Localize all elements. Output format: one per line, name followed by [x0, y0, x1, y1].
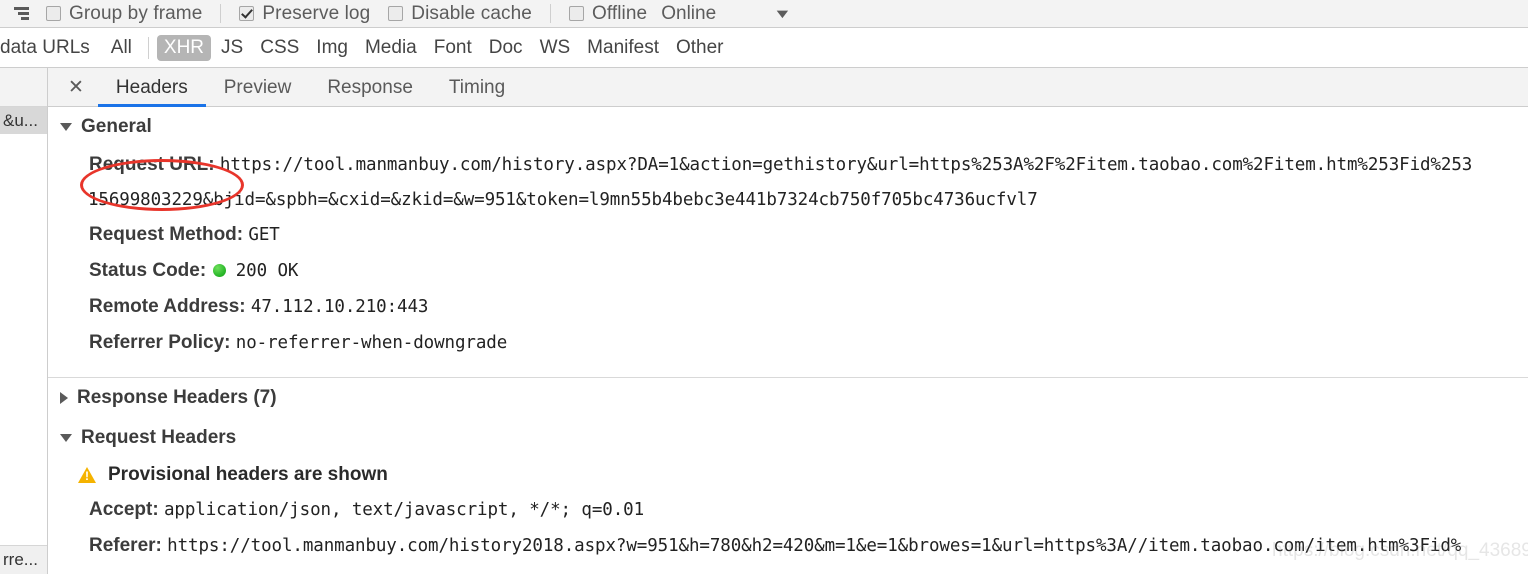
filter-type-ws[interactable]: WS — [533, 35, 578, 61]
request-method-value: GET — [248, 225, 280, 245]
request-list: &u... rre... — [0, 68, 48, 574]
filter-type-media[interactable]: Media — [358, 35, 424, 61]
section-general-header[interactable]: General — [48, 107, 1528, 147]
section-general-title: General — [81, 116, 152, 137]
provisional-headers-text: Provisional headers are shown — [108, 464, 388, 485]
filter-type-manifest[interactable]: Manifest — [580, 35, 666, 61]
request-list-row-selected[interactable]: &u... — [0, 107, 47, 134]
filter-type-other[interactable]: Other — [669, 35, 731, 61]
disable-cache-label: Disable cache — [411, 2, 532, 24]
provisional-headers-warning: Provisional headers are shown — [48, 458, 1528, 492]
row-request-method: Request Method: GET — [89, 217, 1528, 253]
network-toolbar: Group by frame Preserve log Disable cach… — [0, 0, 1528, 28]
row-accept-header: Accept: application/json, text/javascrip… — [89, 492, 1528, 528]
filter-type-all[interactable]: All — [104, 35, 139, 61]
request-url-value-continued: 15699803229&bjid=&spbh=&cxid=&zkid=&w=95… — [88, 190, 1038, 210]
request-url-label: Request URL: — [89, 154, 215, 175]
referer-header-value: https://tool.manmanbuy.com/history2018.a… — [167, 536, 1462, 556]
status-code-label: Status Code: — [89, 260, 207, 281]
throttling-select-value[interactable]: Online — [661, 3, 716, 25]
chevron-right-icon[interactable] — [60, 392, 68, 404]
remote-address-label: Remote Address: — [89, 296, 246, 317]
request-url-value: https://tool.manmanbuy.com/history.aspx?… — [219, 155, 1473, 175]
filter-type-font[interactable]: Font — [427, 35, 479, 61]
row-referrer-policy: Referrer Policy: no-referrer-when-downgr… — [89, 325, 1528, 361]
close-icon[interactable]: ✕ — [48, 78, 98, 97]
section-request-headers-body: Accept: application/json, text/javascrip… — [48, 492, 1528, 570]
row-referer-header: Referer: https://tool.manmanbuy.com/hist… — [89, 528, 1528, 564]
preserve-log-label: Preserve log — [262, 2, 371, 24]
group-by-frame-label: Group by frame — [69, 2, 203, 24]
filter-type-xhr[interactable]: XHR — [156, 34, 212, 61]
warning-icon — [78, 467, 96, 483]
checkbox-group-by-frame[interactable]: Group by frame — [46, 3, 202, 25]
tab-headers[interactable]: Headers — [97, 68, 206, 107]
accept-header-value: application/json, text/javascript, */*; … — [163, 500, 645, 520]
status-code-value: 200 OK — [235, 261, 299, 281]
request-list-header — [0, 68, 47, 107]
referrer-policy-value: no-referrer-when-downgrade — [235, 333, 508, 353]
request-method-label: Request Method: — [89, 224, 244, 245]
section-general-body: Request URL: https://tool.manmanbuy.com/… — [48, 147, 1528, 367]
checkbox-preserve-log[interactable]: Preserve log — [239, 3, 370, 25]
tab-response[interactable]: Response — [309, 68, 431, 107]
row-status-code: Status Code: 200 OK — [89, 253, 1528, 289]
offline-checkbox-icon[interactable] — [568, 6, 584, 21]
accept-header-label: Accept: — [89, 499, 159, 520]
request-detail-pane: ✕ Headers Preview Response Timing Genera… — [48, 68, 1528, 574]
tab-timing[interactable]: Timing — [431, 68, 523, 107]
network-body: &u... rre... ✕ Headers Preview Response … — [0, 68, 1528, 574]
filter-divider — [147, 36, 149, 59]
filter-type-img[interactable]: Img — [309, 35, 355, 61]
detail-tab-bar: ✕ Headers Preview Response Timing — [48, 68, 1528, 107]
toolbar-divider-1 — [220, 4, 222, 23]
remote-address-value: 47.112.10.210:443 — [250, 297, 429, 317]
resource-type-filter-bar: data URLs All XHR JS CSS Img Media Font … — [0, 28, 1528, 68]
filter-icon[interactable] — [14, 6, 36, 22]
offline-label: Offline — [591, 2, 648, 24]
toolbar-divider-2 — [549, 4, 551, 23]
referrer-policy-label: Referrer Policy: — [89, 332, 231, 353]
filter-type-css[interactable]: CSS — [253, 35, 306, 61]
row-request-url: Request URL: https://tool.manmanbuy.com/… — [89, 147, 1528, 183]
tab-preview[interactable]: Preview — [206, 68, 310, 107]
headers-content: General Request URL: https://tool.manman… — [48, 107, 1528, 570]
referer-header-label: Referer: — [89, 535, 162, 556]
checkbox-disable-cache[interactable]: Disable cache — [388, 3, 532, 25]
filter-type-doc[interactable]: Doc — [482, 35, 530, 61]
section-response-headers-header[interactable]: Response Headers (7) — [48, 378, 1528, 418]
section-request-headers-header[interactable]: Request Headers — [48, 418, 1528, 458]
group-by-frame-checkbox-icon[interactable] — [46, 6, 61, 21]
status-ok-icon — [213, 264, 227, 277]
row-remote-address: Remote Address: 47.112.10.210:443 — [89, 289, 1528, 325]
filter-type-js[interactable]: JS — [214, 35, 250, 61]
section-response-headers-title: Response Headers (7) — [77, 387, 277, 408]
section-request-headers-title: Request Headers — [81, 427, 237, 448]
preserve-log-checkbox-icon[interactable] — [239, 6, 255, 21]
hide-data-urls-label[interactable]: data URLs — [0, 37, 90, 59]
checkbox-offline[interactable]: Offline — [568, 2, 648, 25]
chevron-down-icon[interactable]: ▼ — [773, 6, 792, 21]
chevron-down-icon[interactable] — [60, 123, 72, 131]
disable-cache-checkbox-icon[interactable] — [388, 6, 404, 21]
request-list-row-bottom[interactable]: rre... — [0, 545, 47, 574]
chevron-down-icon[interactable] — [60, 434, 72, 442]
